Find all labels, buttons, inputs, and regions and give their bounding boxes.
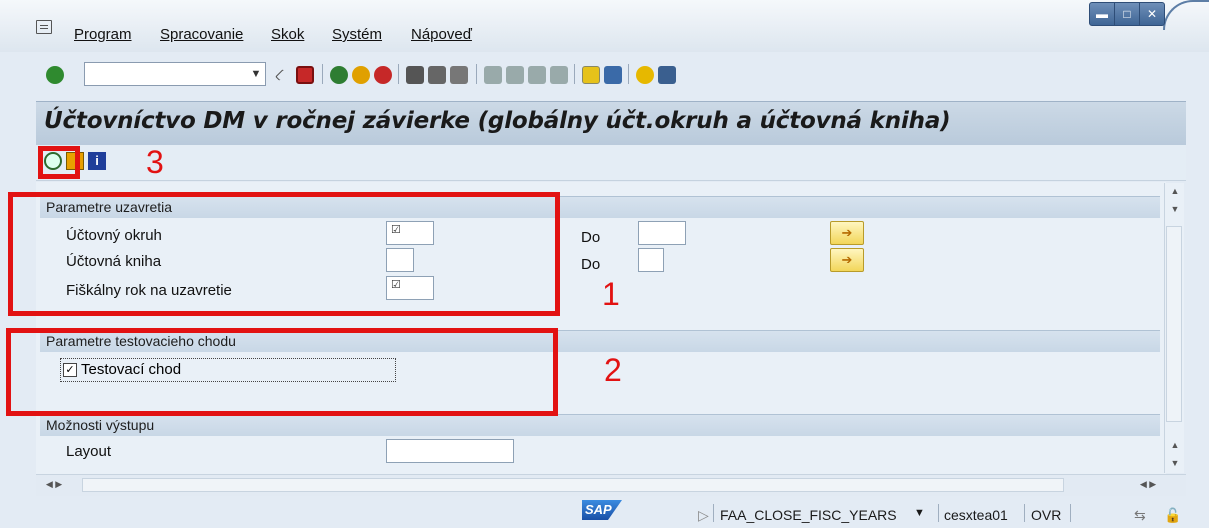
status-server: cesxtea01 (944, 507, 1008, 523)
new-session-icon[interactable] (582, 66, 600, 84)
menu-skok[interactable]: Skok (271, 26, 304, 43)
command-history-dropdown-icon[interactable]: ▼ (246, 62, 266, 86)
window-controls: ▬ □ ✕ (1089, 2, 1165, 26)
save-icon[interactable] (296, 66, 314, 84)
status-separator (1070, 504, 1071, 522)
exit-icon[interactable] (352, 66, 370, 84)
maximize-button[interactable]: □ (1115, 3, 1140, 25)
application-toolbar (36, 145, 1186, 181)
previous-page-icon[interactable] (506, 66, 524, 84)
page-title: Účtovníctvo DM v ročnej závierke (globál… (44, 108, 951, 134)
back-icon[interactable] (330, 66, 348, 84)
close-button[interactable]: ✕ (1140, 3, 1164, 25)
menu-spracovanie[interactable]: Spracovanie (160, 26, 243, 43)
multiple-selection-button[interactable]: ➔ (830, 248, 864, 272)
toolbar-separator (398, 64, 399, 84)
layout-field[interactable] (386, 439, 514, 463)
info-icon[interactable]: i (88, 152, 106, 170)
status-separator (713, 504, 714, 522)
command-field[interactable] (84, 62, 266, 86)
scroll-down-icon[interactable]: ▼ (1165, 204, 1185, 214)
multiple-selection-button[interactable]: ➔ (830, 221, 864, 245)
scroll-down-icon[interactable]: ▼ (1165, 458, 1185, 468)
status-separator (938, 504, 939, 522)
group-header-output: Možnosti výstupu (40, 414, 1160, 436)
find-next-icon[interactable] (450, 66, 468, 84)
to-label: Do (581, 256, 601, 273)
last-page-icon[interactable] (550, 66, 568, 84)
status-separator (1024, 504, 1025, 522)
toolbar-separator (476, 64, 477, 84)
annotation-box-3 (38, 146, 80, 179)
to-label: Do (581, 229, 601, 246)
find-icon[interactable] (428, 66, 446, 84)
menu-napoved[interactable]: Nápoveď (411, 26, 472, 43)
cancel-icon[interactable] (374, 66, 392, 84)
layout-menu-icon[interactable] (658, 66, 676, 84)
annotation-box-2 (6, 328, 558, 416)
menu-system[interactable]: Systém (332, 26, 382, 43)
company-code-to-field[interactable] (638, 221, 686, 245)
enter-icon[interactable] (46, 66, 64, 84)
minimize-button[interactable]: ▬ (1090, 3, 1115, 25)
toolbar-separator (574, 64, 575, 84)
horizontal-scroll-thumb[interactable] (82, 478, 1064, 492)
status-transaction: FAA_CLOSE_FISC_YEARS (720, 507, 897, 523)
status-mode: OVR (1031, 507, 1062, 523)
help-icon[interactable] (636, 66, 654, 84)
scroll-up-icon[interactable]: ▲ (1165, 186, 1185, 196)
print-icon[interactable] (406, 66, 424, 84)
toolbar-separator (322, 64, 323, 84)
menu-icon[interactable] (36, 20, 52, 34)
annotation-label-3: 3 (146, 144, 164, 180)
annotation-label-1: 1 (602, 276, 620, 312)
title-bar: Účtovníctvo DM v ročnej závierke (globál… (36, 101, 1186, 145)
status-toggle-icon[interactable]: ▷ (698, 507, 709, 524)
scroll-right-icon[interactable]: ◀ ▶ (1136, 479, 1160, 490)
menu-program[interactable]: Program (74, 26, 132, 43)
scroll-up-icon[interactable]: ▲ (1165, 440, 1185, 450)
vertical-scroll-thumb[interactable] (1166, 226, 1182, 422)
shortcut-icon[interactable] (604, 66, 622, 84)
annotation-box-1 (8, 192, 560, 316)
connection-icon: ⇆ (1134, 507, 1146, 523)
toolbar-separator (628, 64, 629, 84)
first-page-icon[interactable] (484, 66, 502, 84)
annotation-label-2: 2 (604, 352, 622, 388)
ledger-to-field[interactable] (638, 248, 664, 272)
scroll-left-icon[interactable]: ◀ ▶ (42, 479, 66, 490)
layout-label: Layout (66, 443, 112, 460)
lock-icon[interactable]: 🔓 (1164, 507, 1181, 524)
status-dropdown-icon[interactable]: ▼ (914, 507, 925, 519)
next-page-icon[interactable] (528, 66, 546, 84)
